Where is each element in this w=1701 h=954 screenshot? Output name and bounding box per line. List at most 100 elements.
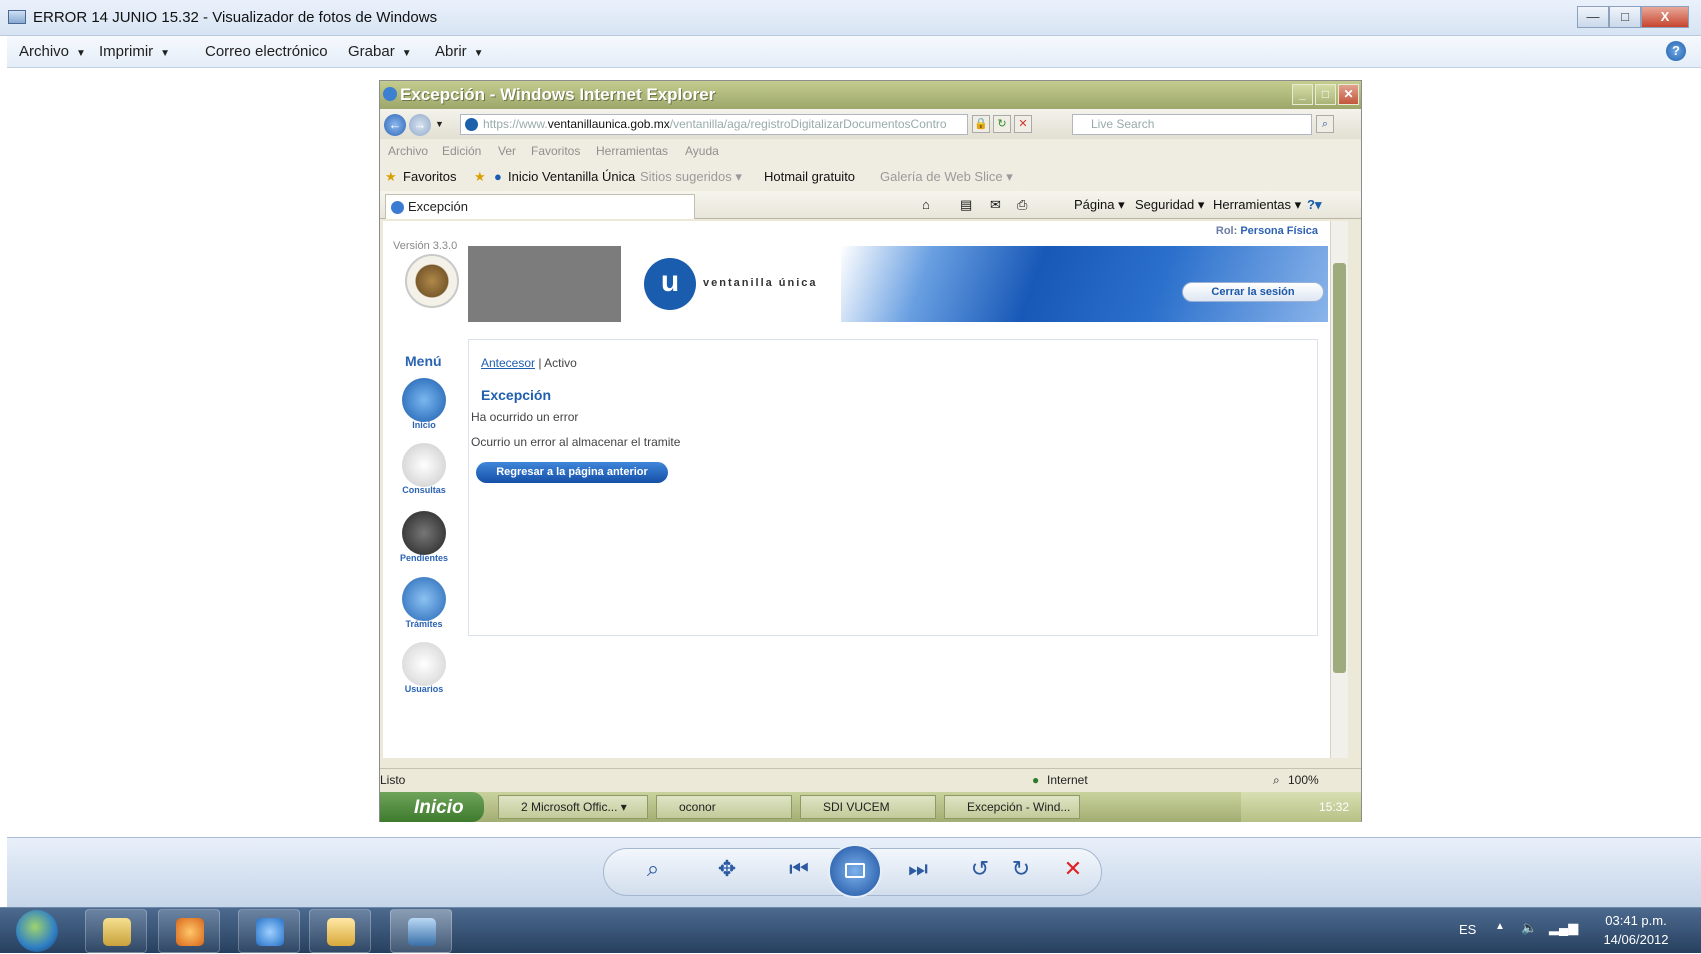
- clock-date[interactable]: 14/06/2012: [1595, 932, 1677, 947]
- menu-correo[interactable]: Correo electrónico: [205, 43, 328, 60]
- document-icon[interactable]: [402, 577, 446, 621]
- ie-menu-edicion[interactable]: Edición: [442, 144, 481, 158]
- refresh-icon[interactable]: ↻: [993, 115, 1011, 133]
- tab-favicon-icon: [391, 201, 404, 214]
- scrollbar-thumb[interactable]: [1333, 263, 1346, 673]
- ie-maximize-button[interactable]: □: [1315, 84, 1336, 105]
- stop-icon[interactable]: ✕: [1014, 115, 1032, 133]
- forward-arrow-icon[interactable]: →: [409, 114, 431, 136]
- rol-indicator: Rol: Persona Física: [1216, 225, 1318, 237]
- clock-time[interactable]: 03:41 p.m.: [1595, 913, 1677, 928]
- language-indicator[interactable]: ES: [1459, 922, 1476, 937]
- breadcrumb: Antecesor | Activo: [481, 356, 577, 370]
- search-input[interactable]: Live Search: [1072, 114, 1312, 135]
- zoom-icon[interactable]: ⌕: [635, 856, 671, 882]
- ie-menu-archivo[interactable]: Archivo: [388, 144, 428, 158]
- rotate-left-icon[interactable]: ↺: [962, 856, 998, 882]
- ie-close-button[interactable]: ✕: [1338, 84, 1359, 105]
- users-icon[interactable]: [402, 642, 446, 686]
- lock-icon[interactable]: 🔒: [972, 115, 990, 133]
- header-banner: Cerrar la sesión: [841, 246, 1328, 322]
- feeds-icon[interactable]: ▤: [960, 197, 972, 213]
- mail-icon[interactable]: ✉: [990, 197, 1001, 213]
- fav-sitios-sugeridos[interactable]: Sitios sugeridos ▾: [640, 169, 742, 185]
- menu-item-usuarios[interactable]: Usuarios: [389, 684, 459, 694]
- add-favorite-icon[interactable]: ★: [474, 169, 486, 185]
- menu-imprimir-label: Imprimir: [99, 43, 154, 60]
- ie-menu-favoritos[interactable]: Favoritos: [531, 144, 580, 158]
- menu-item-pendientes[interactable]: Pendientes: [389, 553, 459, 563]
- taskbar-outlook[interactable]: [309, 909, 371, 953]
- print-icon[interactable]: ⎙: [1017, 197, 1027, 213]
- ie-menu-ver[interactable]: Ver: [498, 144, 516, 158]
- ie-title-bar: Excepción - Windows Internet Explorer _ …: [380, 81, 1361, 109]
- home-icon[interactable]: ⌂: [922, 197, 930, 212]
- chevron-down-icon[interactable]: ▼: [435, 119, 444, 129]
- rotate-right-icon[interactable]: ↻: [1003, 856, 1039, 882]
- close-button[interactable]: X: [1641, 6, 1689, 28]
- windows-taskbar: ES ▲ 🔈 ▂▄▆ 03:41 p.m. 14/06/2012: [0, 907, 1701, 953]
- volume-icon[interactable]: 🔈: [1521, 920, 1537, 936]
- taskbar-media-player[interactable]: [158, 909, 220, 953]
- fav-inicio-ventanilla[interactable]: Inicio Ventanilla Única: [508, 169, 635, 184]
- previous-icon[interactable]: ⏮: [781, 856, 817, 882]
- xp-task-oconor[interactable]: oconor: [656, 795, 792, 819]
- home-icon[interactable]: [402, 378, 446, 422]
- taskbar-photo-viewer[interactable]: [390, 909, 452, 953]
- search-icon[interactable]: ⌕: [1316, 115, 1334, 133]
- cmd-seguridad[interactable]: Seguridad ▾: [1135, 197, 1204, 213]
- network-icon[interactable]: ▂▄▆: [1549, 920, 1578, 936]
- menu-grabar[interactable]: Grabar ▼: [348, 43, 412, 60]
- rol-value: Persona Física: [1240, 225, 1318, 237]
- cmd-herramientas[interactable]: Herramientas ▾: [1213, 197, 1301, 213]
- delete-icon[interactable]: ✕: [1055, 856, 1091, 882]
- cmd-help[interactable]: ?▾: [1307, 197, 1321, 213]
- zoom-icon[interactable]: ⌕: [1273, 773, 1280, 788]
- xp-task-office[interactable]: 2 Microsoft Offic... ▾: [498, 795, 648, 819]
- magnifier-icon[interactable]: [402, 443, 446, 487]
- fav-hotmail[interactable]: Hotmail gratuito: [764, 169, 855, 184]
- maximize-button[interactable]: □: [1609, 6, 1641, 28]
- help-icon[interactable]: ?: [1666, 41, 1686, 61]
- favorites-button[interactable]: Favoritos: [403, 169, 456, 184]
- back-arrow-icon[interactable]: ←: [384, 114, 406, 136]
- ie-menu-herramientas[interactable]: Herramientas: [596, 144, 668, 158]
- menu-archivo[interactable]: Archivo ▼: [19, 43, 86, 60]
- ie-logo-icon: [383, 87, 397, 101]
- taskbar-ie[interactable]: [238, 909, 300, 953]
- ie-minimize-button[interactable]: _: [1292, 84, 1313, 105]
- start-button[interactable]: [16, 910, 58, 952]
- ie-menu-ayuda[interactable]: Ayuda: [685, 144, 719, 158]
- page-scrollbar[interactable]: [1330, 221, 1348, 758]
- chevron-down-icon: ▼: [473, 48, 484, 59]
- exclamation-icon[interactable]: [402, 511, 446, 555]
- menu-item-inicio[interactable]: Inicio: [389, 420, 459, 430]
- xp-task-excepcion[interactable]: Excepción - Wind...: [944, 795, 1080, 819]
- web-page: Rol: Persona Física Versión 3.3.0 u vent…: [383, 221, 1330, 758]
- menu-imprimir[interactable]: Imprimir ▼: [99, 43, 170, 60]
- close-session-button[interactable]: Cerrar la sesión: [1182, 282, 1324, 302]
- menu-archivo-label: Archivo: [19, 43, 70, 60]
- cmd-pagina[interactable]: Página ▾: [1074, 197, 1125, 213]
- fav-galeria[interactable]: Galería de Web Slice ▾: [880, 169, 1013, 185]
- content-panel: Antecesor | Activo Excepción Ha ocurrido…: [468, 339, 1318, 636]
- taskbar-explorer[interactable]: [85, 909, 147, 953]
- slideshow-button[interactable]: [828, 844, 882, 898]
- minimize-button[interactable]: —: [1577, 6, 1609, 28]
- xp-task-sdi-vucem[interactable]: SDI VUCEM: [800, 795, 936, 819]
- back-to-previous-button[interactable]: Regresar a la página anterior: [476, 462, 668, 483]
- menu-item-consultas[interactable]: Consultas: [389, 485, 459, 495]
- actual-size-icon[interactable]: ✥: [709, 856, 745, 882]
- xp-start-button[interactable]: Inicio: [380, 792, 484, 822]
- chevron-down-icon: ▼: [76, 48, 86, 59]
- viewer-menubar: Archivo ▼ Imprimir ▼ Correo electrónico Gr…: [7, 36, 1701, 68]
- menu-abrir[interactable]: Abrir ▼: [435, 43, 484, 60]
- xp-clock: 15:32: [1318, 800, 1349, 814]
- next-icon[interactable]: ⏭: [900, 856, 936, 882]
- show-hidden-icons-icon[interactable]: ▲: [1495, 921, 1505, 932]
- url-input[interactable]: https://www.ventanillaunica.gob.mx/venta…: [460, 114, 968, 135]
- tab-excepcion[interactable]: Excepción: [385, 194, 695, 219]
- menu-item-tramites[interactable]: Trámites: [389, 619, 459, 629]
- zoom-level[interactable]: 100%: [1288, 773, 1319, 787]
- breadcrumb-link-antecesor[interactable]: Antecesor: [481, 356, 535, 370]
